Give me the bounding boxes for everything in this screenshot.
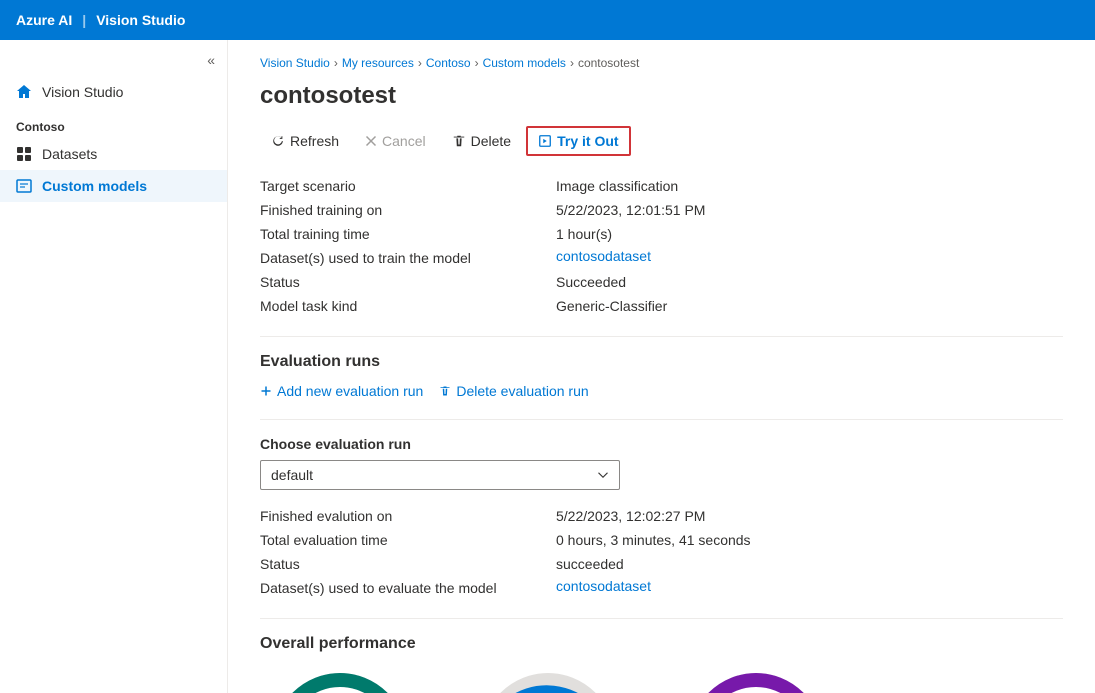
breadcrumb-my-resources[interactable]: My resources: [342, 56, 414, 70]
detail-value-0: Image classification: [556, 176, 1063, 196]
eval-detail-link-3[interactable]: contosodataset: [556, 578, 1063, 598]
toolbar: Refresh Cancel Delete Try: [260, 126, 1063, 156]
sidebar-datasets-label: Datasets: [42, 146, 97, 162]
sidebar-item-home[interactable]: Vision Studio: [0, 76, 227, 108]
gauge-accuracy-top5: 100.0% Accuracy - Top 5 i: [676, 665, 836, 693]
home-icon: [16, 84, 32, 100]
try-it-out-button[interactable]: Try it Out: [526, 126, 630, 156]
eval-detail-label-3: Dataset(s) used to evaluate the model: [260, 578, 540, 598]
sidebar-custom-models-label: Custom models: [42, 178, 147, 194]
breadcrumb-current: contosotest: [578, 56, 639, 70]
choose-eval-run-label: Choose evaluation run: [260, 436, 1063, 452]
gauge-svg-avg-precision: [270, 665, 410, 693]
breadcrumb-sep-4: ›: [570, 56, 574, 70]
eval-run-select-value: default: [271, 467, 313, 483]
add-icon: [260, 385, 272, 397]
sidebar-collapse-button[interactable]: «: [0, 48, 227, 76]
layout: « Vision Studio Contoso Datasets C: [0, 40, 1095, 693]
evaluation-runs-heading: Evaluation runs: [260, 353, 1063, 371]
delete-icon: [452, 134, 466, 148]
divider-2: [260, 419, 1063, 420]
cancel-icon: [365, 135, 377, 147]
refresh-icon: [271, 134, 285, 148]
gauge-svg-accuracy-top1: [478, 665, 618, 693]
refresh-label: Refresh: [290, 133, 339, 149]
eval-run-select[interactable]: default: [260, 460, 620, 490]
add-eval-run-button[interactable]: Add new evaluation run: [260, 383, 423, 399]
sidebar-item-datasets[interactable]: Datasets: [0, 138, 227, 170]
datasets-icon: [16, 146, 32, 162]
cancel-button[interactable]: Cancel: [354, 127, 437, 155]
detail-label-4: Status: [260, 272, 540, 292]
eval-details-grid: Finished evalution on 5/22/2023, 12:02:2…: [260, 506, 1063, 598]
gauge-accuracy-top1: 96.9% Accuracy - Top 1 i: [468, 665, 628, 693]
page-title: contosotest: [260, 82, 1063, 110]
detail-value-2: 1 hour(s): [556, 224, 1063, 244]
detail-label-2: Total training time: [260, 224, 540, 244]
detail-value-5: Generic-Classifier: [556, 296, 1063, 316]
refresh-button[interactable]: Refresh: [260, 127, 350, 155]
delete-label: Delete: [471, 133, 511, 149]
breadcrumb-contoso[interactable]: Contoso: [426, 56, 471, 70]
eval-detail-label-2: Status: [260, 554, 540, 574]
topbar: Azure AI | Vision Studio: [0, 0, 1095, 40]
details-grid: Target scenario Image classification Fin…: [260, 176, 1063, 316]
gauges-row: 100.0% Average precision i 96.9% Accurac…: [260, 665, 1063, 693]
app-name-label: Vision Studio: [96, 12, 185, 28]
divider-3: [260, 618, 1063, 619]
eval-detail-value-1: 0 hours, 3 minutes, 41 seconds: [556, 530, 1063, 550]
try-it-out-label: Try it Out: [557, 133, 618, 149]
breadcrumb-sep-2: ›: [418, 56, 422, 70]
detail-label-0: Target scenario: [260, 176, 540, 196]
gauge-svg-accuracy-top5: [686, 665, 826, 693]
delete-eval-icon: [439, 385, 451, 397]
detail-link-3[interactable]: contosodataset: [556, 248, 1063, 268]
custom-models-icon: [16, 178, 32, 194]
divider-1: [260, 336, 1063, 337]
sidebar-home-label: Vision Studio: [42, 84, 123, 100]
cancel-label: Cancel: [382, 133, 426, 149]
topbar-separator: |: [82, 12, 86, 28]
detail-value-4: Succeeded: [556, 272, 1063, 292]
gauge-avg-precision: 100.0% Average precision i: [260, 665, 420, 693]
breadcrumb-custom-models[interactable]: Custom models: [483, 56, 566, 70]
delete-eval-run-label: Delete evaluation run: [456, 383, 588, 399]
sidebar-item-custom-models[interactable]: Custom models: [0, 170, 227, 202]
breadcrumb-sep-3: ›: [475, 56, 479, 70]
eval-detail-value-0: 5/22/2023, 12:02:27 PM: [556, 506, 1063, 526]
breadcrumb: Vision Studio › My resources › Contoso ›…: [260, 56, 1063, 70]
detail-label-3: Dataset(s) used to train the model: [260, 248, 540, 268]
eval-toolbar: Add new evaluation run Delete evaluation…: [260, 383, 1063, 399]
breadcrumb-vision-studio[interactable]: Vision Studio: [260, 56, 330, 70]
try-it-out-icon: [538, 134, 552, 148]
detail-label-5: Model task kind: [260, 296, 540, 316]
detail-label-1: Finished training on: [260, 200, 540, 220]
overall-performance-heading: Overall performance: [260, 635, 1063, 653]
collapse-icon: «: [207, 52, 215, 68]
eval-detail-label-0: Finished evalution on: [260, 506, 540, 526]
add-eval-run-label: Add new evaluation run: [277, 383, 423, 399]
sidebar: « Vision Studio Contoso Datasets C: [0, 40, 228, 693]
detail-value-1: 5/22/2023, 12:01:51 PM: [556, 200, 1063, 220]
sidebar-section-label: Contoso: [0, 108, 227, 138]
breadcrumb-sep-1: ›: [334, 56, 338, 70]
chevron-down-icon: [597, 469, 609, 481]
brand-label: Azure AI: [16, 12, 72, 28]
delete-button[interactable]: Delete: [441, 127, 522, 155]
eval-detail-label-1: Total evaluation time: [260, 530, 540, 550]
eval-detail-value-2: succeeded: [556, 554, 1063, 574]
delete-eval-run-button[interactable]: Delete evaluation run: [439, 383, 588, 399]
main-content: Vision Studio › My resources › Contoso ›…: [228, 40, 1095, 693]
